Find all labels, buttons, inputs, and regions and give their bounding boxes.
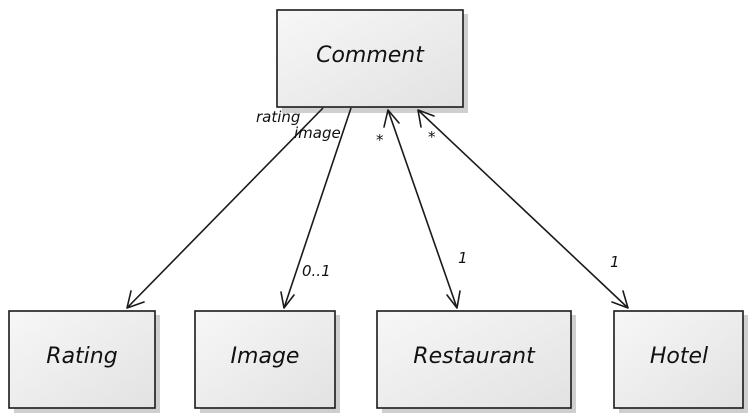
association-comment-restaurant[interactable]: * 1	[376, 109, 468, 309]
class-box-comment[interactable]: Comment	[276, 9, 468, 113]
role-label-image: image	[294, 124, 341, 142]
class-box-restaurant[interactable]: Restaurant	[376, 310, 576, 413]
multiplicity-label-restaurant-source: *	[376, 131, 384, 149]
class-label-comment: Comment	[316, 43, 425, 68]
class-box-hotel[interactable]: Hotel	[613, 310, 748, 413]
class-box-rating[interactable]: Rating	[8, 310, 160, 413]
class-box-image[interactable]: Image	[194, 310, 340, 413]
association-comment-image[interactable]: image 0..1	[280, 107, 352, 309]
class-label-rating: Rating	[46, 344, 117, 369]
class-label-hotel: Hotel	[650, 344, 708, 369]
class-diagram: Comment Rating Image Restaurant Hotel ra…	[8, 9, 748, 413]
multiplicity-label-image: 0..1	[302, 262, 331, 280]
association-comment-hotel[interactable]: * 1	[417, 109, 629, 309]
multiplicity-label-hotel-target: 1	[610, 253, 620, 271]
class-label-image: Image	[231, 344, 300, 369]
class-label-restaurant: Restaurant	[413, 344, 536, 369]
multiplicity-label-restaurant-target: 1	[458, 249, 468, 267]
multiplicity-label-hotel-source: *	[428, 128, 436, 146]
